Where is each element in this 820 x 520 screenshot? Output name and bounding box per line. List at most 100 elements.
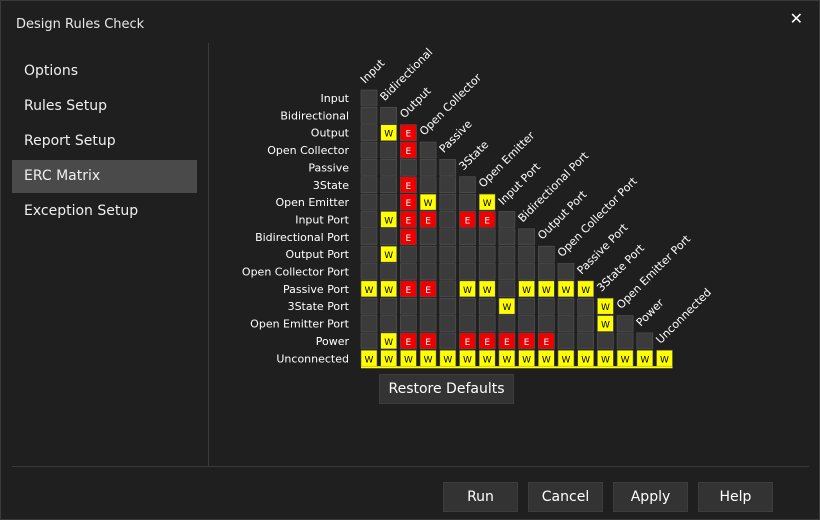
matrix-cell[interactable] bbox=[498, 228, 516, 246]
matrix-cell[interactable] bbox=[518, 297, 535, 315]
row-label: Output Port bbox=[285, 248, 349, 261]
matrix-cell[interactable] bbox=[498, 315, 516, 332]
matrix-cell[interactable] bbox=[360, 141, 378, 159]
matrix-cell[interactable] bbox=[459, 315, 476, 332]
matrix-cell[interactable] bbox=[459, 228, 476, 246]
matrix-cell[interactable] bbox=[419, 245, 437, 263]
matrix-cell[interactable] bbox=[360, 89, 378, 107]
matrix-cell[interactable] bbox=[360, 211, 378, 228]
matrix-cell[interactable] bbox=[419, 263, 437, 280]
matrix-cell[interactable] bbox=[360, 176, 378, 194]
matrix-cell[interactable] bbox=[439, 315, 457, 332]
matrix-cell[interactable] bbox=[419, 315, 437, 332]
matrix-cell[interactable] bbox=[439, 280, 457, 298]
matrix-cell[interactable] bbox=[439, 332, 457, 350]
matrix-cell[interactable] bbox=[380, 176, 398, 194]
matrix-cell-value: W bbox=[522, 286, 531, 296]
matrix-cell[interactable] bbox=[557, 315, 575, 332]
matrix-cell[interactable] bbox=[419, 159, 437, 176]
matrix-cell[interactable] bbox=[400, 263, 417, 280]
matrix-cell[interactable] bbox=[439, 211, 457, 228]
matrix-cell[interactable] bbox=[498, 245, 516, 263]
matrix-cell[interactable] bbox=[439, 245, 457, 263]
matrix-cell[interactable] bbox=[439, 228, 457, 246]
matrix-cell[interactable] bbox=[419, 141, 437, 159]
matrix-cell[interactable] bbox=[577, 332, 595, 350]
matrix-cell[interactable] bbox=[380, 297, 398, 315]
matrix-cell[interactable] bbox=[518, 315, 535, 332]
matrix-cell[interactable] bbox=[518, 263, 535, 280]
matrix-cell[interactable] bbox=[478, 263, 496, 280]
matrix-cell[interactable] bbox=[616, 332, 634, 350]
matrix-cell-value: W bbox=[384, 216, 393, 226]
matrix-cell[interactable] bbox=[419, 228, 437, 246]
matrix-cell[interactable] bbox=[478, 297, 496, 315]
matrix-cell[interactable] bbox=[360, 245, 378, 263]
matrix-cell-value: E bbox=[425, 286, 431, 296]
matrix-cell[interactable] bbox=[557, 297, 575, 315]
matrix-cell[interactable] bbox=[439, 176, 457, 194]
matrix-cell[interactable] bbox=[380, 315, 398, 332]
matrix-cell[interactable] bbox=[478, 315, 496, 332]
matrix-cell[interactable] bbox=[636, 332, 654, 350]
matrix-cell[interactable] bbox=[360, 263, 378, 280]
matrix-cell[interactable] bbox=[459, 263, 476, 280]
matrix-cell-value: W bbox=[443, 355, 452, 365]
matrix-cell[interactable] bbox=[360, 193, 378, 211]
matrix-cell[interactable] bbox=[459, 245, 476, 263]
matrix-cell[interactable] bbox=[439, 297, 457, 315]
matrix-cell[interactable] bbox=[459, 176, 476, 194]
matrix-cell[interactable] bbox=[557, 263, 575, 280]
matrix-cell[interactable] bbox=[380, 193, 398, 211]
matrix-cell[interactable] bbox=[498, 280, 516, 298]
matrix-cell[interactable] bbox=[478, 228, 496, 246]
matrix-cell[interactable] bbox=[498, 263, 516, 280]
matrix-cell[interactable] bbox=[400, 159, 417, 176]
matrix-cell[interactable] bbox=[419, 297, 437, 315]
matrix-cell[interactable] bbox=[419, 176, 437, 194]
matrix-cell[interactable] bbox=[459, 297, 476, 315]
matrix-cell[interactable] bbox=[360, 124, 378, 141]
matrix-cell[interactable] bbox=[439, 263, 457, 280]
matrix-cell[interactable] bbox=[380, 228, 398, 246]
matrix-cell-value: W bbox=[384, 286, 393, 296]
apply-button[interactable]: Apply bbox=[613, 482, 688, 512]
matrix-cell[interactable] bbox=[360, 159, 378, 176]
matrix-cell[interactable] bbox=[537, 245, 555, 263]
matrix-cell-value: W bbox=[483, 286, 492, 296]
matrix-cell[interactable] bbox=[360, 228, 378, 246]
matrix-cell[interactable] bbox=[380, 159, 398, 176]
help-button[interactable]: Help bbox=[698, 482, 773, 512]
restore-defaults-button[interactable]: Restore Defaults bbox=[379, 374, 514, 404]
matrix-cell[interactable] bbox=[518, 228, 535, 246]
matrix-cell[interactable] bbox=[518, 245, 535, 263]
matrix-cell[interactable] bbox=[400, 315, 417, 332]
matrix-cell-value: E bbox=[406, 216, 412, 226]
matrix-cell[interactable] bbox=[597, 332, 614, 350]
matrix-cell[interactable] bbox=[380, 263, 398, 280]
matrix-cell[interactable] bbox=[498, 211, 516, 228]
matrix-cell[interactable] bbox=[478, 245, 496, 263]
matrix-cell[interactable] bbox=[360, 315, 378, 332]
matrix-cell[interactable] bbox=[537, 263, 555, 280]
matrix-cell[interactable] bbox=[459, 193, 476, 211]
matrix-cell[interactable] bbox=[537, 315, 555, 332]
matrix-cell-value: E bbox=[406, 147, 412, 157]
matrix-cell[interactable] bbox=[557, 332, 575, 350]
matrix-cell[interactable] bbox=[400, 297, 417, 315]
matrix-cell[interactable] bbox=[360, 107, 378, 124]
matrix-cell[interactable] bbox=[380, 107, 398, 124]
matrix-cell[interactable] bbox=[400, 245, 417, 263]
matrix-cell[interactable] bbox=[616, 315, 634, 332]
run-button[interactable]: Run bbox=[443, 482, 518, 512]
matrix-cell[interactable] bbox=[577, 315, 595, 332]
matrix-cell[interactable] bbox=[360, 332, 378, 350]
matrix-cell[interactable] bbox=[439, 159, 457, 176]
matrix-cell[interactable] bbox=[537, 297, 555, 315]
matrix-cell[interactable] bbox=[577, 297, 595, 315]
cancel-button[interactable]: Cancel bbox=[528, 482, 603, 512]
matrix-cell-value: W bbox=[483, 355, 492, 365]
matrix-cell[interactable] bbox=[439, 193, 457, 211]
matrix-cell[interactable] bbox=[380, 141, 398, 159]
matrix-cell[interactable] bbox=[360, 297, 378, 315]
